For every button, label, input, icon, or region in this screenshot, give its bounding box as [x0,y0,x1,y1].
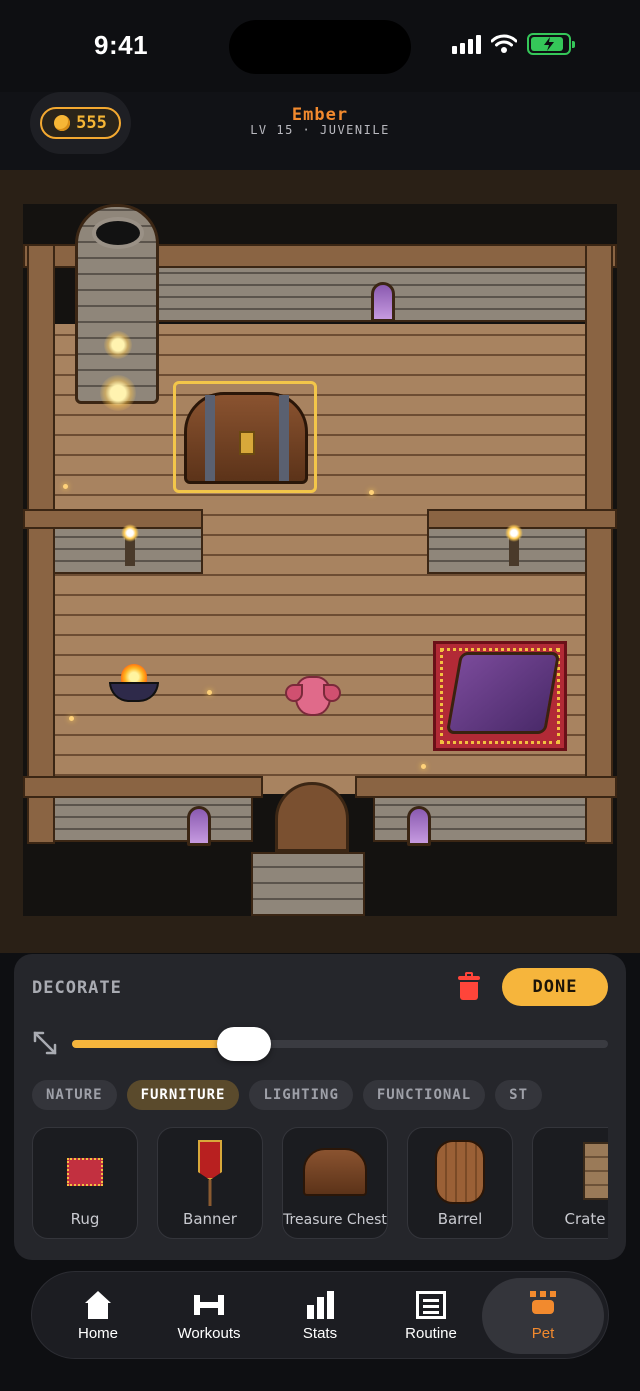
pet-dragon[interactable] [285,676,341,716]
home-icon [83,1290,113,1319]
resize-icon [33,1031,57,1055]
item-label: Banner [183,1210,237,1228]
item-label: Crate [564,1210,606,1228]
pet-level: LV 15 · JUVENILE [250,123,390,137]
front-beam-left [23,776,263,798]
decorate-panel: DECORATE DONE NATURE FURNITURE LIGHTING … [14,954,626,1260]
left-wall-post [27,244,55,844]
item-card-barrel[interactable]: Barrel [407,1127,513,1239]
item-label: Rug [70,1210,100,1228]
brazier-bowl [109,682,159,702]
item-card-crate[interactable]: Crate [532,1127,608,1239]
status-icons [452,33,575,55]
bottom-tab-bar: Home Workouts Stats Routine Pet [31,1271,609,1359]
paw-icon [528,1290,558,1319]
treasure-chest-icon [303,1148,367,1196]
cellular-signal-icon [452,34,481,54]
front-wall-right [373,796,587,842]
barrel-icon [435,1140,485,1204]
banner-pole [208,1180,212,1206]
tab-stats[interactable]: Stats [264,1278,376,1354]
right-wall-torch [505,524,523,566]
tower-hearth-light [100,375,136,411]
list-icon [416,1290,446,1319]
tab-label: Home [77,1324,118,1342]
category-chip-lighting[interactable]: LIGHTING [249,1080,353,1110]
front-window-left [187,806,211,846]
treasure-chest [184,392,308,484]
crate-icon [583,1142,608,1200]
status-time: 9:41 [94,30,149,60]
tower-light [104,331,132,359]
status-bar: 9:41 [0,0,640,92]
battery-icon [527,33,575,55]
category-chip-nature[interactable]: NATURE [32,1080,117,1110]
category-tabs: NATURE FURNITURE LIGHTING FUNCTIONAL ST [32,1080,608,1112]
chest-lock-icon [239,431,255,455]
wifi-icon [491,34,517,53]
stone-tower[interactable] [75,204,159,411]
right-wall-post [585,244,613,844]
done-button[interactable]: DONE [502,968,608,1006]
front-wall-left [53,796,253,842]
tab-label: Routine [405,1324,457,1342]
item-card-rug[interactable]: Rug [32,1127,138,1239]
item-card-treasure-chest[interactable]: Treasure Chest [282,1127,388,1239]
left-wall-torch [121,524,139,566]
dynamic-island [229,20,411,74]
tab-routine[interactable]: Routine [375,1278,487,1354]
app-header: 555 Ember LV 15 · JUVENILE [0,92,640,170]
tower-chimney [92,217,144,249]
banner-icon [198,1140,222,1180]
room-canvas[interactable] [23,204,617,916]
tab-label: Workouts [177,1324,241,1342]
size-slider[interactable] [72,1027,608,1061]
category-chip-furniture[interactable]: FURNITURE [126,1080,240,1110]
selected-treasure-chest[interactable] [173,381,317,493]
room-scene[interactable] [0,170,640,953]
front-window-right [407,806,431,846]
tab-label: Pet [531,1324,555,1342]
dumbbell-icon [194,1291,224,1319]
rug-icon [67,1158,103,1186]
stone-steps [251,852,365,916]
tab-pet[interactable]: Pet [482,1278,604,1354]
item-card-banner[interactable]: Banner [157,1127,263,1239]
category-chip-more[interactable]: ST [495,1080,543,1110]
tab-home[interactable]: Home [42,1278,154,1354]
bar-chart-icon [305,1290,335,1319]
size-slider-thumb[interactable] [216,1027,271,1061]
fire-brazier[interactable] [109,664,159,712]
trash-icon[interactable] [458,972,480,1000]
item-label: Treasure Chest [283,1212,387,1228]
pet-name: Ember [291,105,349,125]
placed-bed[interactable] [445,652,561,734]
back-wall [153,264,587,322]
right-partition-beam [427,509,617,529]
decorate-title: DECORATE [32,978,122,998]
left-partition-beam [23,509,203,529]
category-chip-functional[interactable]: FUNCTIONAL [362,1080,486,1110]
item-list: Rug Banner Treasure Chest Barrel Crate [32,1127,608,1241]
front-beam-right [355,776,617,798]
back-window [371,282,395,322]
item-label: Barrel [437,1210,483,1228]
tab-workouts[interactable]: Workouts [153,1278,265,1354]
tab-label: Stats [302,1324,338,1342]
arched-door[interactable] [275,782,349,852]
